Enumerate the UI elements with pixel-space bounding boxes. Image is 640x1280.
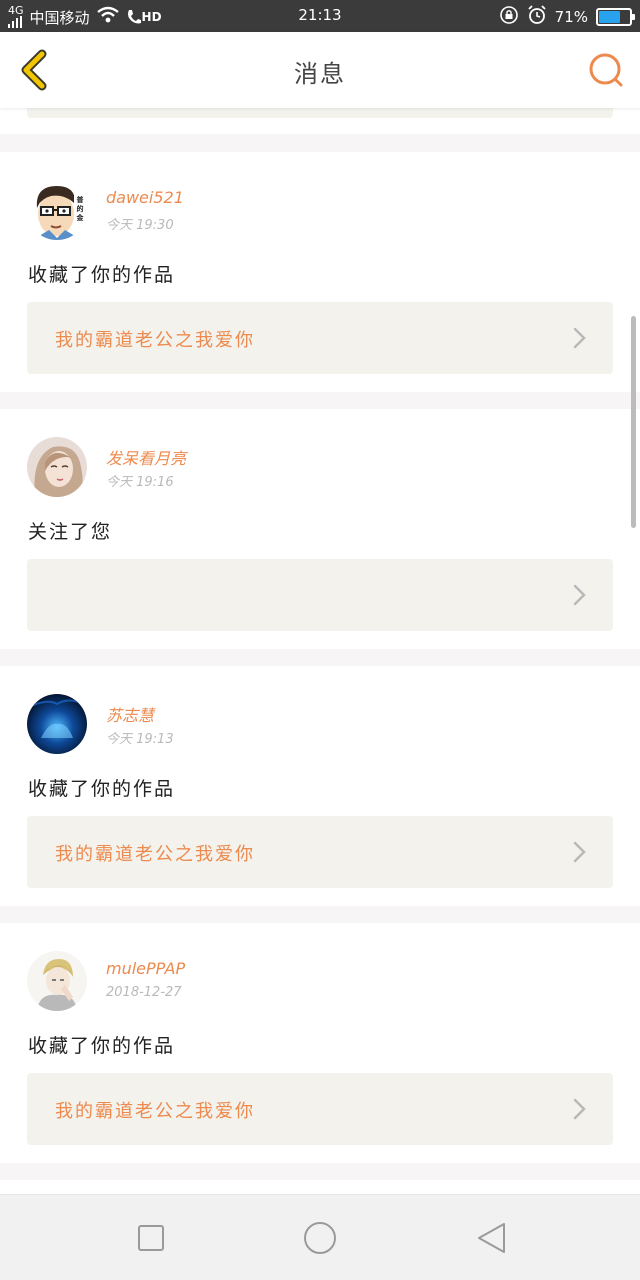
app-header: 消息 <box>0 32 640 108</box>
blue-cave-avatar <box>27 694 87 754</box>
battery-fill <box>599 11 620 23</box>
work-title: 我的霸道老公之我爱你 <box>55 330 255 351</box>
message-list[interactable]: 普 的 金 dawei521 今天 19:30 收藏了你的作品 我的霸道老公之我… <box>0 108 640 1194</box>
cartoon-glasses-avatar: 普 的 金 <box>27 180 87 240</box>
system-back-button[interactable] <box>474 1221 508 1255</box>
message-action: 收藏了你的作品 <box>28 1035 176 1057</box>
username[interactable]: 苏志慧 <box>106 702 154 726</box>
alarm-icon <box>527 5 547 29</box>
message-time: 今天 19:13 <box>106 732 174 747</box>
avatar[interactable]: 普 的 金 <box>27 180 87 240</box>
message-time: 2018-12-27 <box>106 985 182 1000</box>
system-nav-bar <box>0 1194 640 1280</box>
avatar[interactable] <box>27 694 87 754</box>
svg-text:普: 普 <box>77 195 84 204</box>
message-time: 今天 19:16 <box>106 475 174 490</box>
work-title: 我的霸道老公之我爱你 <box>55 1101 255 1122</box>
svg-text:金: 金 <box>76 213 85 222</box>
username[interactable]: mulePPAP <box>106 959 185 978</box>
chevron-right-icon <box>573 327 586 349</box>
search-icon <box>589 53 623 87</box>
avatar[interactable] <box>27 437 87 497</box>
work-link[interactable]: 我的霸道老公之我爱你 <box>27 1073 613 1145</box>
chevron-right-icon <box>573 1098 586 1120</box>
search-button[interactable] <box>586 50 626 90</box>
previous-work-link[interactable] <box>27 108 613 118</box>
back-triangle-icon <box>478 1223 505 1253</box>
battery-percent: 71% <box>554 8 588 26</box>
work-title: 我的霸道老公之我爱你 <box>55 844 255 865</box>
message-time: 今天 19:30 <box>106 218 174 233</box>
svg-text:的: 的 <box>77 204 84 213</box>
work-link[interactable]: 我的霸道老公之我爱你 <box>27 302 613 374</box>
chevron-right-icon <box>573 584 586 606</box>
status-right: 71% <box>499 5 635 29</box>
avatar[interactable] <box>27 951 87 1011</box>
home-button[interactable] <box>303 1221 337 1255</box>
illustrated-girl-avatar <box>27 437 87 497</box>
username[interactable]: dawei521 <box>106 188 184 207</box>
message-card[interactable]: mulePPAP 2018-12-27 收藏了你的作品 我的霸道老公之我爱你 <box>0 923 640 1163</box>
username[interactable]: 发呆看月亮 <box>106 445 186 469</box>
status-bar: 4G 中国移动 HD 21:13 71% <box>0 0 640 32</box>
chevron-right-icon <box>573 841 586 863</box>
message-action: 关注了您 <box>28 521 113 543</box>
recent-apps-button[interactable] <box>134 1221 168 1255</box>
rotation-lock-icon <box>499 5 519 29</box>
home-icon <box>304 1222 336 1254</box>
scrollbar[interactable] <box>631 316 636 528</box>
page-title: 消息 <box>294 60 346 88</box>
message-card[interactable]: 苏志慧 今天 19:13 收藏了你的作品 我的霸道老公之我爱你 <box>0 666 640 906</box>
battery-icon <box>596 8 635 26</box>
message-card[interactable]: 发呆看月亮 今天 19:16 关注了您 <box>0 409 640 649</box>
work-link[interactable]: 我的霸道老公之我爱你 <box>27 816 613 888</box>
next-card-remnant <box>0 1180 640 1194</box>
message-card[interactable]: 普 的 金 dawei521 今天 19:30 收藏了你的作品 我的霸道老公之我… <box>0 152 640 392</box>
recent-apps-icon <box>138 1225 164 1251</box>
previous-card-remnant <box>0 108 640 134</box>
message-action: 收藏了你的作品 <box>28 778 176 800</box>
anime-boy-avatar <box>27 951 87 1011</box>
message-action: 收藏了你的作品 <box>28 264 176 286</box>
work-link[interactable] <box>27 559 613 631</box>
